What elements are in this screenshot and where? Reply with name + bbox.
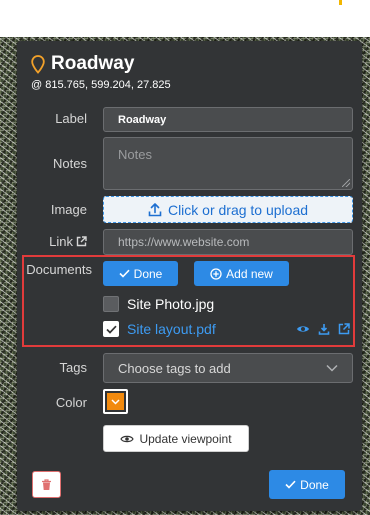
done-button[interactable]: Done [269, 470, 345, 499]
external-link-icon [76, 236, 87, 247]
document-name[interactable]: Site layout.pdf [127, 321, 216, 337]
location-pin-icon [31, 54, 45, 74]
feature-title: Roadway [51, 53, 135, 74]
documents-field-label: Documents [26, 262, 92, 277]
upload-text: Click or drag to upload [167, 201, 309, 218]
notes-field-label: Notes [53, 156, 87, 171]
label-input[interactable]: Roadway [103, 107, 353, 132]
external-link-icon[interactable] [338, 323, 350, 335]
update-viewpoint-button[interactable]: Update viewpoint [103, 425, 249, 452]
document-checkbox[interactable] [103, 321, 119, 337]
document-name[interactable]: Site Photo.jpg [127, 296, 214, 312]
delete-button[interactable] [32, 471, 61, 498]
tags-field-label-text: Tags [59, 360, 87, 375]
link-input[interactable]: https://www.website.com [103, 229, 353, 255]
color-field-label: Color [56, 395, 87, 410]
panel-header: Roadway [31, 53, 134, 75]
notes-placeholder: Notes [118, 147, 152, 162]
tags-placeholder: Choose tags to add [118, 360, 231, 376]
feature-coordinates: @ 815.765, 599.204, 27.825 [31, 79, 171, 91]
resize-handle-icon[interactable] [342, 179, 350, 187]
link-field-label: Link [49, 234, 87, 249]
eye-icon [120, 435, 135, 442]
update-viewpoint-label: Update viewpoint [139, 431, 232, 446]
check-icon [285, 480, 296, 489]
plus-circle-icon [210, 267, 222, 280]
image-field-label-text: Image [50, 202, 87, 217]
color-picker-swatch[interactable] [103, 389, 128, 414]
tags-select[interactable]: Choose tags to add [103, 353, 353, 383]
chevron-down-icon [111, 398, 120, 405]
eye-icon[interactable] [296, 324, 310, 334]
tags-field-label: Tags [60, 360, 87, 375]
map-marker-dot [339, 0, 342, 5]
check-icon [105, 325, 117, 334]
upload-icon [148, 202, 162, 216]
document-actions [296, 323, 350, 335]
document-item: Site Photo.jpg [103, 295, 214, 313]
feature-edit-panel: Roadway @ 815.765, 599.204, 27.825 Label… [17, 41, 362, 511]
documents-done-label: Done [133, 266, 163, 281]
add-new-document-button[interactable]: Add new [194, 261, 289, 286]
notes-textarea[interactable]: Notes [103, 137, 353, 190]
chevron-down-icon [326, 364, 338, 372]
notes-field-label-text: Notes [53, 156, 87, 171]
link-placeholder: https://www.website.com [118, 235, 250, 249]
color-field-label-text: Color [55, 395, 87, 410]
label-input-value: Roadway [118, 113, 167, 126]
documents-done-button[interactable]: Done [103, 261, 178, 286]
check-icon [119, 269, 130, 278]
label-field-label-text: Label [55, 111, 87, 126]
done-label: Done [300, 477, 329, 492]
link-field-label-text: Link [49, 234, 73, 249]
add-new-label: Add new [226, 266, 273, 281]
documents-field-label-text: Documents [26, 262, 92, 277]
color-swatch-fill [107, 393, 124, 410]
document-checkbox[interactable] [103, 296, 119, 312]
trash-icon [42, 478, 51, 490]
document-item: Site layout.pdf [103, 320, 216, 338]
download-icon[interactable] [318, 323, 330, 335]
image-upload-dropzone[interactable]: Click or drag to upload [103, 196, 353, 223]
label-field-label: Label [55, 111, 87, 126]
image-field-label: Image [51, 202, 87, 217]
